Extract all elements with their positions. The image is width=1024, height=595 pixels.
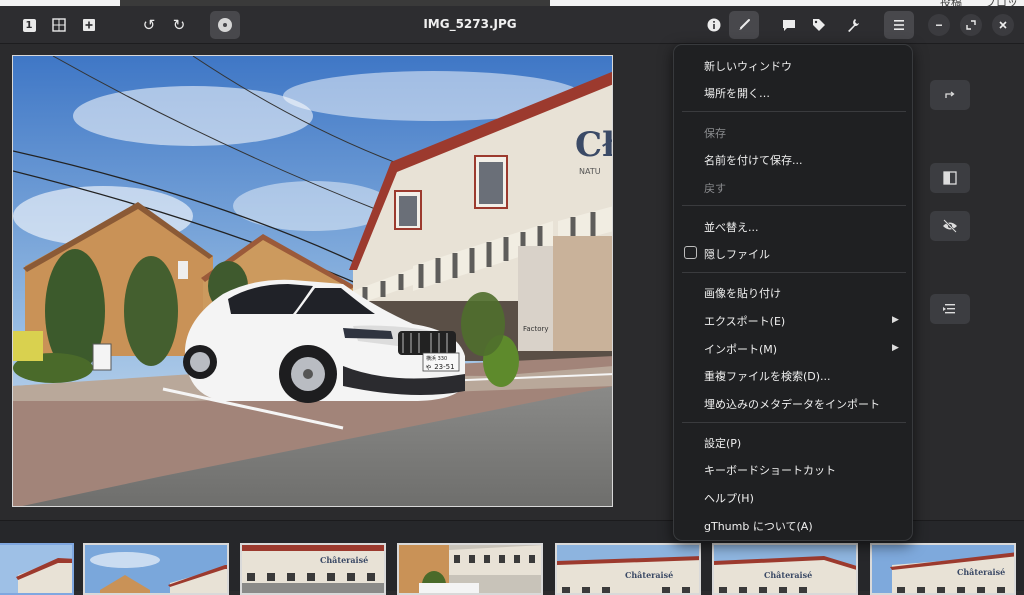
brush-icon [739, 19, 750, 30]
thumbnail-5-sign: Châteraisé [625, 570, 673, 580]
menu-item-export[interactable]: エクスポート(E) [704, 313, 785, 329]
tag-icon [813, 19, 825, 31]
main-image[interactable]: Cł NATU Factory 横浜 330 ゃ 23-51 [12, 55, 613, 507]
menu-item-import-metadata[interactable]: 埋め込みのメタデータをインポート [704, 396, 880, 412]
maximize-button[interactable] [960, 14, 982, 36]
add-button[interactable] [74, 11, 104, 39]
store-sign-sub: NATU [579, 167, 601, 176]
rotate-right-icon: ↻ [172, 16, 186, 34]
red-eye-button[interactable] [930, 211, 970, 241]
eye-off-icon [943, 219, 957, 233]
thumbnail-3-image: Châteraisé [242, 545, 384, 593]
rotate-left-button[interactable]: ↺ [134, 11, 164, 39]
thumbnail-5-image: Châteraisé [557, 545, 699, 593]
menu-item-sort[interactable]: 並べ替え... [704, 219, 759, 235]
close-button[interactable] [992, 14, 1014, 36]
tags-button[interactable] [804, 11, 834, 39]
rotate-left-icon: ↺ [142, 16, 156, 34]
rotate-right-button[interactable]: ↻ [164, 11, 194, 39]
comment-icon [783, 20, 795, 31]
disc-icon [218, 18, 232, 32]
thumbnail-2-image [85, 545, 227, 593]
thumbnail-5[interactable]: Châteraisé [555, 543, 701, 595]
hamburger-icon [894, 20, 904, 30]
wrench-icon [848, 19, 859, 32]
photo-illustration: Cł NATU Factory 横浜 330 ゃ 23-51 [13, 56, 613, 506]
menu-item-hidden-files[interactable]: 隠しファイル [704, 246, 770, 262]
header-bar: 1 ↺ ↻ IMG_5273.JPG [0, 6, 1024, 44]
thumbnail-2[interactable] [83, 543, 229, 595]
menu-separator [682, 272, 906, 273]
main-menu-popover: 新しいウィンドウ 場所を開く… 保存 名前を付けて保存... 戻す 並べ替え..… [673, 44, 913, 541]
import-submenu-arrow-icon: ▶ [892, 343, 899, 353]
menu-item-save: 保存 [704, 127, 726, 140]
redo-icon [945, 91, 955, 98]
thumbnail-4[interactable] [397, 543, 543, 595]
menu-item-help[interactable]: ヘルプ(H) [704, 490, 754, 506]
menu-item-save-as[interactable]: 名前を付けて保存... [704, 152, 803, 168]
plus-box-icon [83, 19, 95, 31]
view-single-button[interactable]: 1 [14, 11, 44, 39]
menu-item-about[interactable]: gThumb について(A) [704, 518, 813, 534]
thumbnail-7[interactable]: Châteraisé [870, 543, 1016, 595]
view-single-icon: 1 [22, 18, 36, 32]
thumbnail-1[interactable] [0, 543, 74, 595]
grid-icon [52, 18, 66, 32]
menu-separator [682, 205, 906, 206]
export-submenu-arrow-icon: ▶ [892, 315, 899, 325]
comment-button[interactable] [774, 11, 804, 39]
menu-separator [682, 111, 906, 112]
properties-button[interactable] [699, 11, 729, 39]
hidden-files-checkbox[interactable] [684, 246, 697, 259]
minimize-button[interactable] [928, 14, 950, 36]
contrast-icon [943, 171, 957, 185]
thumbnail-6-sign: Châteraisé [764, 570, 812, 580]
view-grid-button[interactable] [44, 11, 74, 39]
menu-item-keyboard-shortcuts[interactable]: キーボードショートカット [704, 462, 836, 478]
poster-text: Factory [523, 325, 549, 333]
license-plate-top: 横浜 330 [426, 355, 447, 362]
adjust-colors-button[interactable] [930, 163, 970, 193]
main-menu-button[interactable] [884, 11, 914, 39]
menu-item-revert: 戻す [704, 182, 726, 195]
align-button[interactable] [930, 294, 970, 324]
menu-item-paste-image[interactable]: 画像を貼り付け [704, 285, 781, 301]
menu-item-preferences[interactable]: 設定(P) [704, 435, 741, 451]
tools-button[interactable] [838, 11, 868, 39]
menu-item-new-window[interactable]: 新しいウィンドウ [704, 58, 792, 74]
menu-item-open-location[interactable]: 場所を開く… [704, 85, 770, 101]
menu-separator [682, 422, 906, 423]
license-plate-bottom: ゃ 23-51 [425, 363, 455, 371]
thumbnail-7-sign: Châteraisé [957, 567, 1005, 577]
thumbnail-7-image: Châteraisé [872, 545, 1014, 593]
thumbnail-6-image: Châteraisé [714, 545, 856, 593]
menu-item-import[interactable]: インポート(M) [704, 341, 777, 357]
thumbnail-4-image [399, 545, 541, 593]
thumbnail-6[interactable]: Châteraisé [712, 543, 858, 595]
edit-button[interactable] [729, 11, 759, 39]
window-title: IMG_5273.JPG [423, 17, 517, 31]
align-icon [943, 304, 955, 314]
maximize-icon [966, 20, 976, 30]
redo-side-button[interactable] [930, 80, 970, 110]
close-icon [999, 21, 1007, 29]
slideshow-button[interactable] [210, 11, 240, 39]
thumbnail-1-image [0, 545, 72, 593]
menu-item-find-duplicates[interactable]: 重複ファイルを検索(D)... [704, 368, 831, 384]
thumbnail-3[interactable]: Châteraisé [240, 543, 386, 595]
minimize-icon [936, 24, 942, 26]
info-icon [707, 18, 721, 32]
store-sign: Cł [575, 125, 613, 165]
thumbnail-3-sign: Châteraisé [320, 555, 368, 565]
